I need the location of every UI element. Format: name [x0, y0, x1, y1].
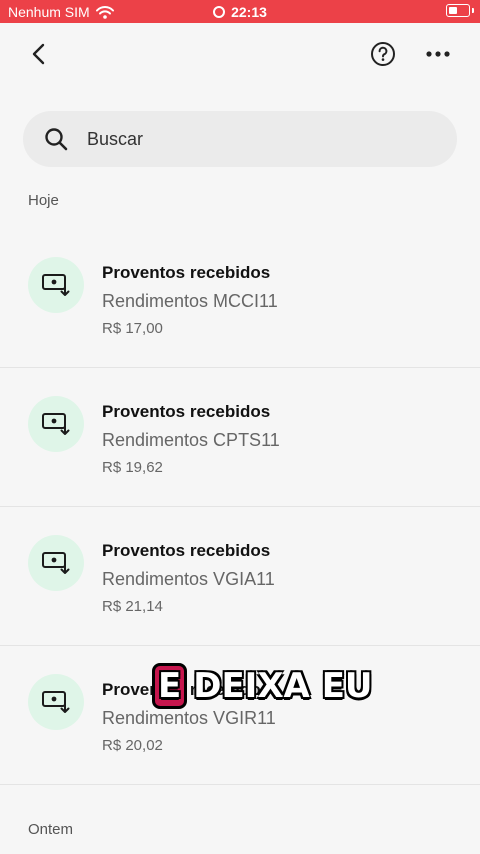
transaction-subtitle: Rendimentos VGIA11	[102, 569, 275, 589]
caption-highlight: E	[152, 663, 188, 709]
recording-icon	[213, 6, 226, 18]
money-receive-icon	[42, 552, 70, 574]
transaction-amount: R$ 20,02	[102, 737, 163, 754]
search-icon	[45, 128, 68, 151]
video-caption-overlay: E DEIXA EU	[152, 660, 373, 712]
transaction-amount: R$ 21,14	[102, 598, 163, 615]
transaction-amount: R$ 17,00	[102, 320, 163, 337]
help-button[interactable]	[366, 37, 400, 71]
section-label-yesterday: Ontem	[28, 821, 74, 838]
section-label-today: Hoje	[28, 192, 59, 209]
money-receive-icon	[42, 413, 70, 435]
transaction-title: Proventos recebidos	[102, 541, 271, 560]
money-receive-icon	[42, 691, 70, 713]
more-horizontal-icon	[426, 51, 450, 57]
search-bar[interactable]	[23, 111, 457, 167]
transaction-icon-badge	[28, 396, 84, 452]
transaction-icon-badge	[28, 257, 84, 313]
transaction-subtitle: Rendimentos MCCI11	[102, 291, 278, 311]
back-button[interactable]	[22, 37, 56, 71]
list-item[interactable]: Proventos recebidos Rendimentos VGIA11 R…	[0, 507, 480, 646]
transaction-title: Proventos recebidos	[102, 402, 271, 421]
transaction-title: Proventos recebidos	[102, 263, 271, 282]
top-navigation	[0, 23, 480, 87]
chevron-left-icon	[32, 43, 45, 65]
search-input[interactable]	[85, 127, 389, 151]
list-item[interactable]: Proventos recebidos Rendimentos CPTS11 R…	[0, 368, 480, 507]
transaction-amount: R$ 19,62	[102, 459, 163, 476]
transaction-icon-badge	[28, 535, 84, 591]
transaction-icon-badge	[28, 674, 84, 730]
help-circle-icon	[371, 42, 395, 66]
list-item[interactable]: Proventos recebidos Rendimentos MCCI11 R…	[0, 229, 480, 368]
money-receive-icon	[42, 274, 70, 296]
status-clock: 22:13	[0, 4, 480, 20]
battery-icon	[446, 4, 470, 17]
more-options-button[interactable]	[420, 37, 456, 71]
status-bar: Nenhum SIM 22:13	[0, 0, 480, 23]
caption-text: DEIXA EU	[193, 666, 373, 706]
clock-label: 22:13	[231, 4, 267, 20]
transaction-subtitle: Rendimentos CPTS11	[102, 430, 280, 450]
battery-tip	[472, 8, 474, 13]
